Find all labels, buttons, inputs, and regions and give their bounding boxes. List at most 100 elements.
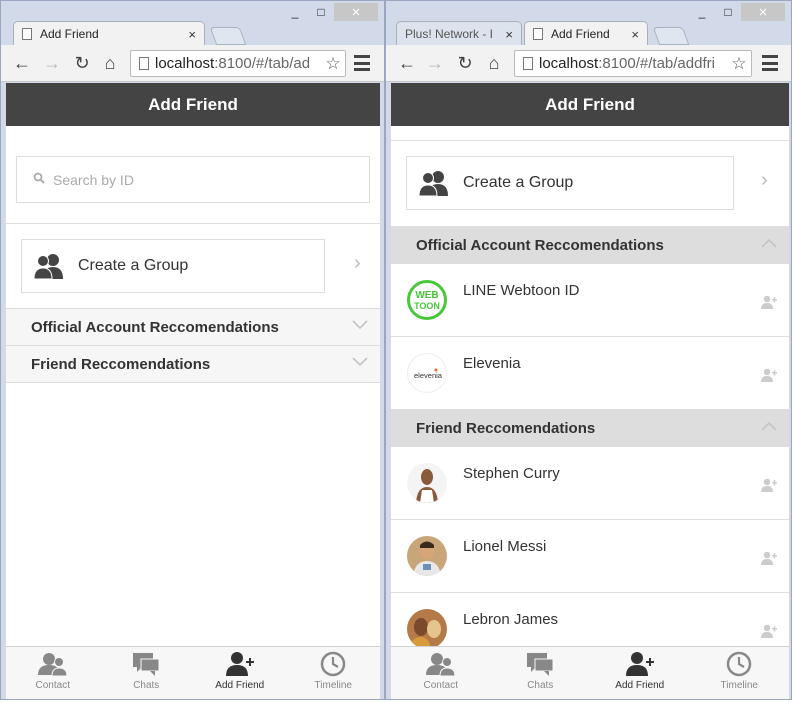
browser-tab-plus-network[interactable]: Plus! Network - I ×: [396, 21, 522, 46]
add-person-icon[interactable]: [761, 478, 777, 497]
page-icon: [22, 28, 32, 40]
avatar: elevenia: [407, 353, 447, 393]
page-info-icon: [523, 57, 533, 70]
address-bar[interactable]: localhost:8100/#/tab/ad ☆: [130, 50, 346, 77]
create-group-button[interactable]: Create a Group: [21, 239, 325, 293]
tab-label: Timeline: [314, 680, 352, 691]
timeline-icon: [727, 651, 752, 677]
browser-toolbar: ← → ↻ ⌂ localhost:8100/#/tab/ad ☆: [1, 45, 384, 82]
item-name: Lebron James: [463, 611, 559, 628]
browser-toolbar: ← → ↻ ⌂ localhost:8100/#/tab/addfri ☆: [386, 45, 791, 82]
list-item-elevenia[interactable]: elevenia Elevenia: [391, 337, 789, 410]
close-window-button[interactable]: ×: [334, 3, 378, 21]
reload-icon[interactable]: ↻: [71, 52, 93, 74]
add-person-icon[interactable]: [761, 624, 777, 643]
minimize-button[interactable]: _: [282, 3, 308, 21]
tab-label: Chats: [133, 680, 160, 691]
search-input[interactable]: [53, 171, 322, 188]
tab-timeline[interactable]: Timeline: [287, 647, 381, 699]
close-window-button[interactable]: ×: [741, 3, 785, 21]
item-name: Stephen Curry: [463, 465, 560, 482]
bookmark-star-icon[interactable]: ☆: [727, 51, 751, 76]
create-group-label: Create a Group: [78, 257, 189, 274]
back-icon[interactable]: ←: [11, 52, 33, 74]
item-name: LINE Webtoon ID: [463, 282, 580, 299]
forward-icon[interactable]: →: [41, 52, 63, 74]
browser-menu-icon[interactable]: [762, 55, 778, 71]
chevron-up-icon: [761, 235, 777, 251]
forward-icon[interactable]: →: [424, 52, 446, 74]
chevron-right-icon[interactable]: ›: [761, 169, 768, 192]
minimize-button[interactable]: _: [689, 3, 715, 21]
chevron-right-icon[interactable]: ›: [354, 252, 361, 275]
new-tab-button[interactable]: [209, 27, 247, 45]
group-icon: [419, 171, 448, 196]
list-item-friend[interactable]: Stephen Curry: [391, 447, 789, 520]
browser-tab-add-friend[interactable]: Add Friend ×: [524, 21, 648, 46]
friend-recommendations-header[interactable]: Friend Reccomendations: [391, 410, 789, 447]
section-title: Official Account Reccomendations: [416, 236, 664, 254]
maximize-button[interactable]: □: [715, 3, 741, 21]
tab-contact[interactable]: Contact: [391, 647, 491, 699]
svg-text:TOON: TOON: [414, 301, 440, 311]
home-icon[interactable]: ⌂: [483, 52, 505, 74]
window-controls: _ □ ×: [689, 3, 785, 21]
back-icon[interactable]: ←: [396, 52, 418, 74]
friend-recommendations-header[interactable]: Friend Reccomendations: [6, 346, 380, 383]
create-group-row: Create a Group ›: [6, 224, 380, 309]
tab-add-friend[interactable]: Add Friend: [193, 647, 287, 699]
tab-close-icon[interactable]: ×: [188, 27, 196, 42]
tab-chats[interactable]: Chats: [100, 647, 194, 699]
search-icon: [33, 172, 45, 187]
official-recommendations-header[interactable]: Official Account Reccomendations: [6, 309, 380, 346]
section-title: Friend Reccomendations: [416, 419, 596, 437]
app-viewport: Add Friend Create a Group › Official Acc…: [6, 83, 381, 699]
contact-icon: [425, 653, 456, 677]
tab-contact[interactable]: Contact: [6, 647, 100, 699]
title-bar: _ □ × Add Friend ×: [1, 1, 384, 46]
search-field[interactable]: [16, 156, 370, 203]
add-person-icon[interactable]: [761, 368, 777, 387]
new-tab-button[interactable]: [652, 27, 690, 45]
official-recommendations-header[interactable]: Official Account Reccomendations: [391, 227, 789, 264]
avatar: WEB TOON: [407, 280, 447, 320]
tab-label: Timeline: [720, 680, 758, 691]
url-host: localhost: [539, 55, 599, 72]
tab-chats[interactable]: Chats: [491, 647, 591, 699]
bookmark-star-icon[interactable]: ☆: [321, 51, 345, 76]
avatar: [407, 536, 447, 576]
tab-add-friend[interactable]: Add Friend: [590, 647, 690, 699]
create-group-button[interactable]: Create a Group: [406, 156, 734, 210]
search-section: [6, 126, 380, 224]
tab-label: Add Friend: [215, 680, 265, 691]
tab-label: Chats: [527, 680, 554, 691]
tab-timeline[interactable]: Timeline: [690, 647, 790, 699]
maximize-button[interactable]: □: [308, 3, 334, 21]
home-icon[interactable]: ⌂: [99, 52, 121, 74]
list-item-webtoon[interactable]: WEB TOON LINE Webtoon ID: [391, 264, 789, 337]
reload-icon[interactable]: ↻: [454, 52, 476, 74]
browser-tab-add-friend[interactable]: Add Friend ×: [13, 21, 205, 46]
group-icon: [34, 254, 63, 279]
tab-title: Plus! Network - I: [405, 27, 494, 41]
app-viewport: Add Friend Create a Group › Official Acc…: [391, 83, 790, 699]
chevron-down-icon: [352, 317, 368, 333]
page-title: Add Friend: [6, 83, 380, 126]
address-bar[interactable]: localhost:8100/#/tab/addfri ☆: [514, 50, 752, 77]
bottom-tab-bar: Contact Chats Add Friend Timeline: [6, 646, 381, 699]
tab-close-icon[interactable]: ×: [631, 27, 639, 42]
tab-close-icon[interactable]: ×: [505, 27, 513, 42]
tab-label: Contact: [35, 680, 70, 691]
add-person-icon[interactable]: [761, 295, 777, 314]
browser-menu-icon[interactable]: [354, 55, 370, 71]
chevron-up-icon: [761, 418, 777, 434]
timeline-icon: [321, 651, 346, 677]
contact-icon: [37, 653, 68, 677]
url-path: :8100/#/tab/addfri: [598, 55, 715, 72]
add-person-icon[interactable]: [761, 551, 777, 570]
tab-label: Contact: [423, 680, 458, 691]
create-group-row: Create a Group ›: [391, 141, 789, 227]
svg-text:WEB: WEB: [415, 290, 438, 301]
list-item-friend[interactable]: Lionel Messi: [391, 520, 789, 593]
scrolled-search-edge: [391, 126, 789, 141]
